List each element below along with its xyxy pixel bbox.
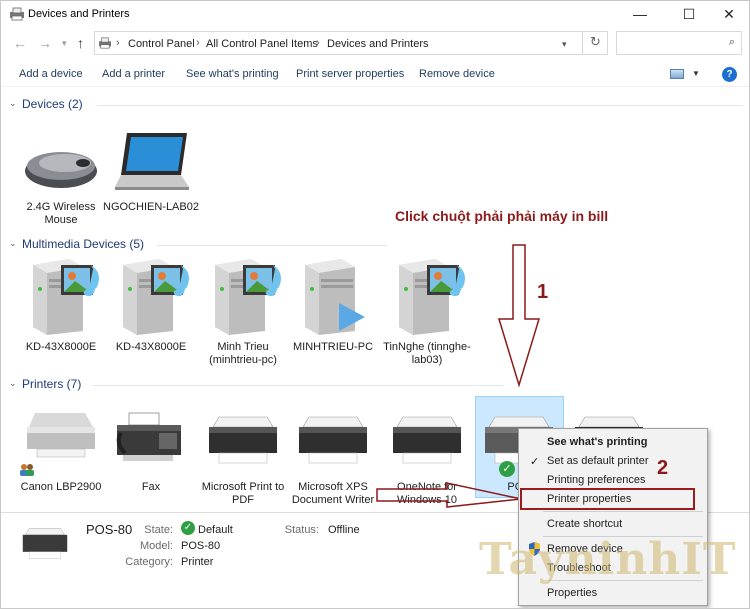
menu-item-set-default[interactable]: Set as default printer — [547, 455, 649, 467]
checkmark-icon: ✓ — [530, 456, 540, 468]
menu-item-printing-preferences[interactable]: Printing preferences — [547, 474, 645, 486]
arrow-down-annotation — [497, 244, 541, 388]
menu-item-properties[interactable]: Properties — [547, 587, 597, 599]
arrow-right-annotation — [376, 482, 522, 508]
annotation-step-2: 2 — [657, 457, 669, 479]
menu-item-printer-properties[interactable]: Printer properties — [547, 493, 631, 505]
menu-item-create-shortcut[interactable]: Create shortcut — [547, 518, 622, 530]
menu-separator — [543, 511, 703, 512]
annotation-instruction: Click chuột phải phải máy in bill — [395, 208, 609, 224]
devices-and-printers-window: Devices and Printers — ☐ ✕ ← → ▾ ↑ › Con… — [0, 0, 750, 609]
menu-item-see-whats-printing[interactable]: See what's printing — [547, 436, 647, 448]
annotation-step-1: 1 — [537, 281, 549, 303]
watermark-logo: TayninhIT — [479, 534, 737, 585]
